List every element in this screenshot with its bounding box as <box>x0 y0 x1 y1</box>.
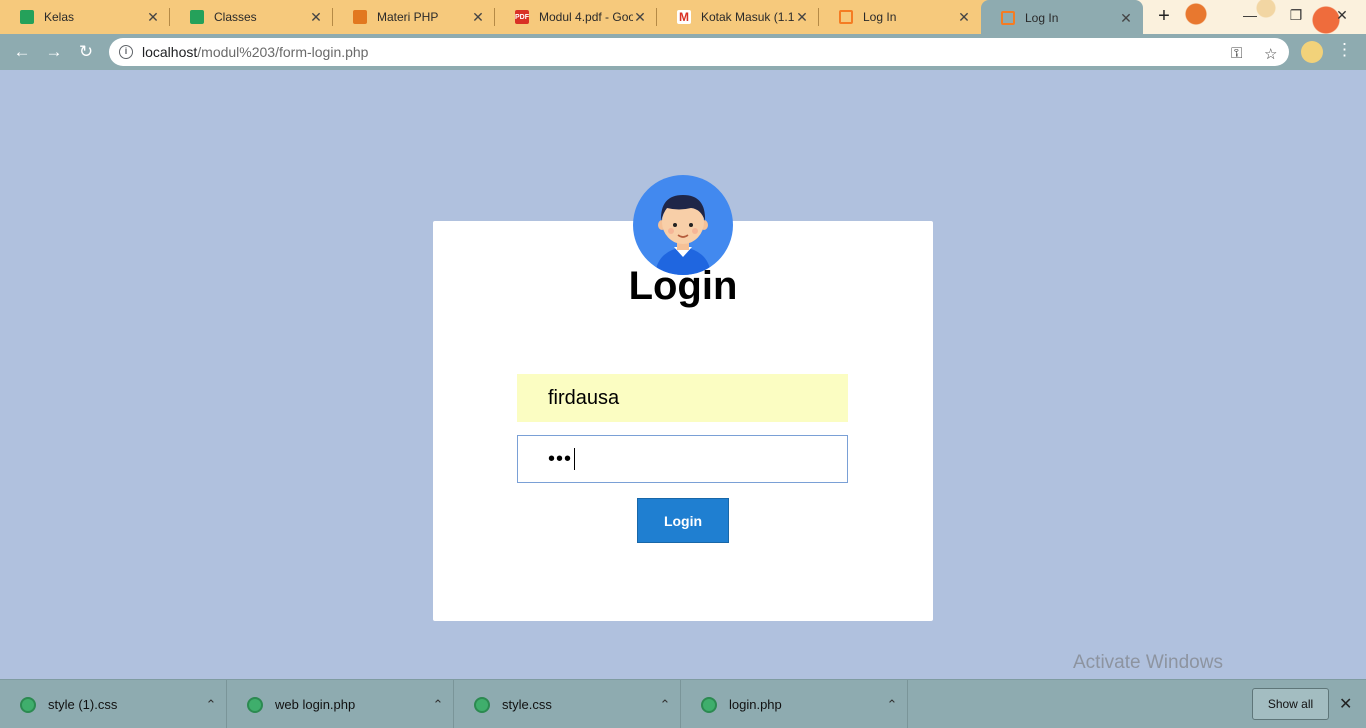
atom-file-icon <box>247 696 263 713</box>
download-item[interactable]: style (1).css ⌃ <box>0 680 227 728</box>
chevron-up-icon[interactable]: ⌃ <box>650 697 680 713</box>
address-bar[interactable]: i localhost/modul%203/form-login.php ⚿ ☆ <box>109 38 1289 66</box>
tab-title: Materi PHP <box>377 10 439 24</box>
tab-strip: Kelas ✕ Classes ✕ Materi PHP ✕ PDF Modul… <box>0 0 1366 34</box>
close-icon[interactable]: ✕ <box>1119 10 1133 27</box>
key-icon[interactable]: ⚿ <box>1231 45 1242 62</box>
new-tab-button[interactable]: + <box>1152 5 1176 29</box>
url-path: /modul%203/form-login.php <box>197 44 369 60</box>
close-icon[interactable]: ✕ <box>957 9 971 26</box>
atom-file-icon <box>20 696 36 713</box>
download-item[interactable]: web login.php ⌃ <box>227 680 454 728</box>
tab-log-in[interactable]: Log In ✕ <box>819 0 981 34</box>
reload-icon[interactable]: ↻ <box>75 41 97 63</box>
download-item[interactable]: login.php ⌃ <box>681 680 908 728</box>
password-input[interactable]: ••• <box>517 435 848 483</box>
google-classroom-icon <box>20 10 34 24</box>
login-button[interactable]: Login <box>637 498 729 543</box>
xampp-icon <box>839 10 853 24</box>
close-icon[interactable]: ✕ <box>471 9 485 26</box>
tab-title: Kotak Masuk (1.19 <box>701 10 795 24</box>
download-filename: style (1).css <box>48 697 118 712</box>
chevron-up-icon[interactable]: ⌃ <box>423 697 453 713</box>
download-filename: web login.php <box>275 697 356 712</box>
atom-file-icon <box>701 696 717 713</box>
download-filename: style.css <box>502 697 552 712</box>
tab-title: Log In <box>863 10 897 24</box>
chevron-up-icon[interactable]: ⌃ <box>196 697 226 713</box>
password-mask: ••• <box>548 447 573 470</box>
tab-title: Kelas <box>44 10 75 24</box>
text-caret <box>574 448 576 470</box>
tab-materi-php[interactable]: Materi PHP ✕ <box>333 0 495 34</box>
tab-title: Modul 4.pdf - Goo <box>539 10 633 24</box>
atom-file-icon <box>474 696 490 713</box>
bookmark-star-icon[interactable]: ☆ <box>1264 45 1277 63</box>
xampp-icon <box>1001 11 1015 25</box>
username-input[interactable]: firdausa <box>517 374 848 422</box>
chevron-up-icon[interactable]: ⌃ <box>877 697 907 713</box>
close-icon[interactable]: ✕ <box>795 9 809 26</box>
page-title: Login <box>628 264 738 308</box>
window-close-icon[interactable]: ✕ <box>1322 0 1362 30</box>
profile-avatar-icon[interactable] <box>1301 41 1323 63</box>
download-item[interactable]: style.css ⌃ <box>454 680 681 728</box>
forward-icon[interactable]: → <box>43 41 65 63</box>
classroom-orange-icon <box>353 10 367 24</box>
url-host: localhost <box>142 44 198 60</box>
back-icon[interactable]: ← <box>11 41 33 63</box>
pdf-icon: PDF <box>515 10 529 24</box>
show-all-button[interactable]: Show all <box>1252 688 1329 720</box>
tab-kelas[interactable]: Kelas ✕ <box>0 0 170 34</box>
tab-classes[interactable]: Classes ✕ <box>170 0 333 34</box>
google-classroom-icon <box>190 10 204 24</box>
download-filename: login.php <box>729 697 782 712</box>
menu-kebab-icon[interactable]: ⋮ <box>1336 40 1353 60</box>
close-icon[interactable]: ✕ <box>1339 694 1352 714</box>
gmail-icon: M <box>677 10 691 24</box>
close-icon[interactable]: ✕ <box>309 9 323 26</box>
close-icon[interactable]: ✕ <box>146 9 160 26</box>
tab-gmail[interactable]: M Kotak Masuk (1.19 ✕ <box>657 0 819 34</box>
browser-toolbar: ← → ↻ i localhost/modul%203/form-login.p… <box>0 34 1366 70</box>
restore-icon[interactable]: ❐ <box>1276 0 1316 30</box>
tab-title: Log In <box>1025 11 1059 25</box>
user-avatar-icon <box>633 175 733 275</box>
tab-modul-pdf[interactable]: PDF Modul 4.pdf - Goo ✕ <box>495 0 657 34</box>
minimize-icon[interactable]: — <box>1230 0 1270 30</box>
close-icon[interactable]: ✕ <box>633 9 647 26</box>
activate-windows-watermark: Activate Windows <box>1073 652 1223 673</box>
downloads-bar: style (1).css ⌃ web login.php ⌃ style.cs… <box>0 679 1366 728</box>
tab-log-in-active[interactable]: Log In ✕ <box>981 0 1143 34</box>
site-info-icon[interactable]: i <box>119 45 133 59</box>
tab-title: Classes <box>214 10 257 24</box>
